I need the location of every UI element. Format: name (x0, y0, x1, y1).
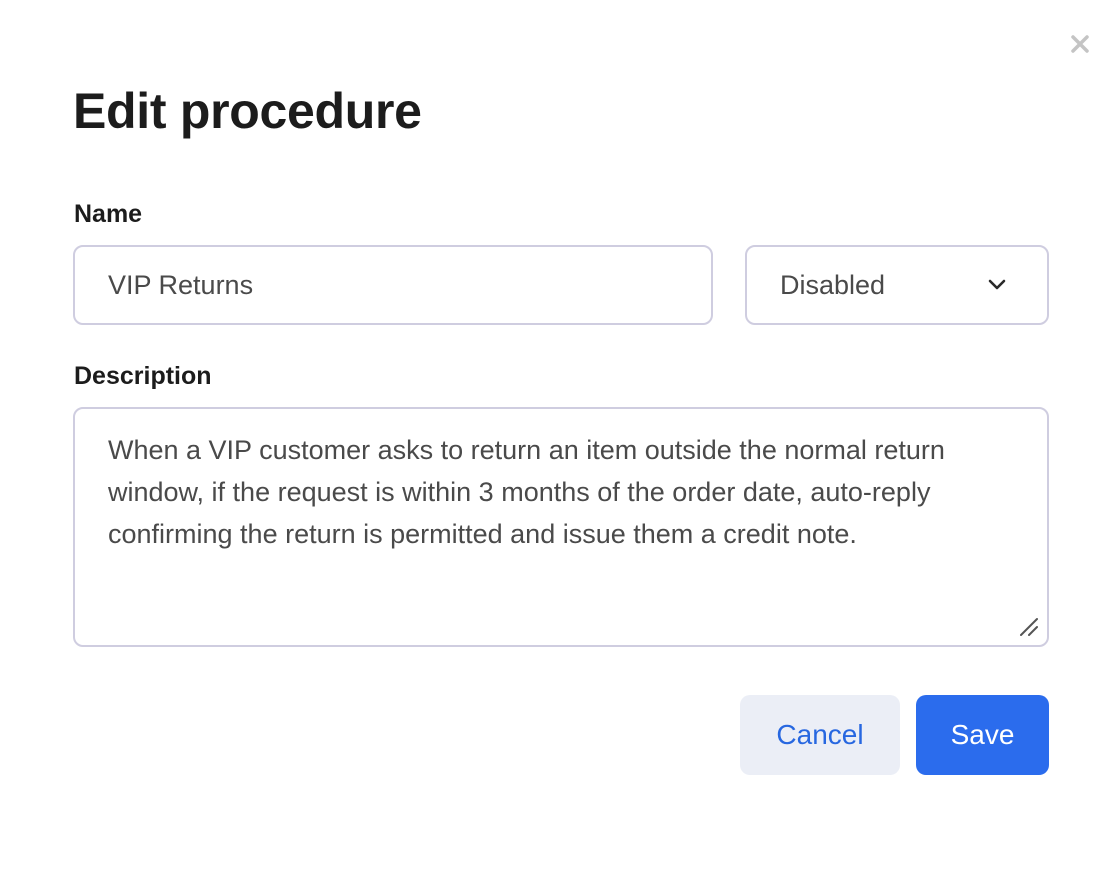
name-input[interactable]: VIP Returns (73, 245, 713, 325)
edit-procedure-dialog: Edit procedure Name VIP Returns Disabled… (0, 0, 1116, 872)
save-button[interactable]: Save (916, 695, 1049, 775)
description-text: When a VIP customer asks to return an it… (108, 435, 945, 549)
name-label: Name (74, 200, 143, 228)
description-textarea[interactable]: When a VIP customer asks to return an it… (73, 407, 1049, 647)
chevron-down-icon (987, 278, 1007, 292)
dialog-title: Edit procedure (73, 83, 422, 139)
close-button[interactable] (1064, 28, 1096, 60)
name-input-value: VIP Returns (108, 269, 254, 300)
close-icon (1071, 35, 1089, 53)
status-select[interactable]: Disabled (745, 245, 1049, 325)
cancel-button[interactable]: Cancel (740, 695, 900, 775)
status-select-value: Disabled (780, 269, 886, 300)
description-label: Description (74, 362, 212, 390)
resize-handle-icon[interactable] (1017, 615, 1039, 637)
